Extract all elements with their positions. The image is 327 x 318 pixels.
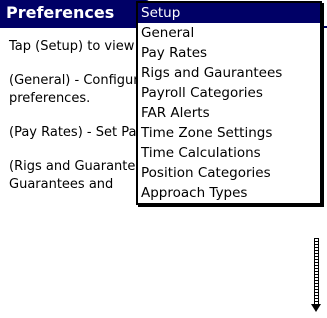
setup-menu[interactable]: Setup General Pay Rates Rigs and Gaurant… bbox=[136, 1, 322, 205]
menu-item-rigs-and-guarantees[interactable]: Rigs and Gaurantees bbox=[138, 63, 320, 83]
scroll-down-arrow-icon[interactable] bbox=[311, 304, 321, 312]
menu-item-position-categories[interactable]: Position Categories bbox=[138, 163, 320, 183]
vertical-scrollbar[interactable] bbox=[311, 238, 321, 314]
menu-item-payroll-categories[interactable]: Payroll Categories bbox=[138, 83, 320, 103]
scrollbar-track[interactable] bbox=[314, 238, 319, 306]
menu-item-time-zone-settings[interactable]: Time Zone Settings bbox=[138, 123, 320, 143]
menu-item-general[interactable]: General bbox=[138, 23, 320, 43]
menu-item-approach-types[interactable]: Approach Types bbox=[138, 183, 320, 203]
menu-item-pay-rates[interactable]: Pay Rates bbox=[138, 43, 320, 63]
menu-item-setup[interactable]: Setup bbox=[138, 3, 320, 23]
menu-item-far-alerts[interactable]: FAR Alerts bbox=[138, 103, 320, 123]
menu-item-time-calculations[interactable]: Time Calculations bbox=[138, 143, 320, 163]
form-title: Preferences bbox=[0, 0, 150, 26]
